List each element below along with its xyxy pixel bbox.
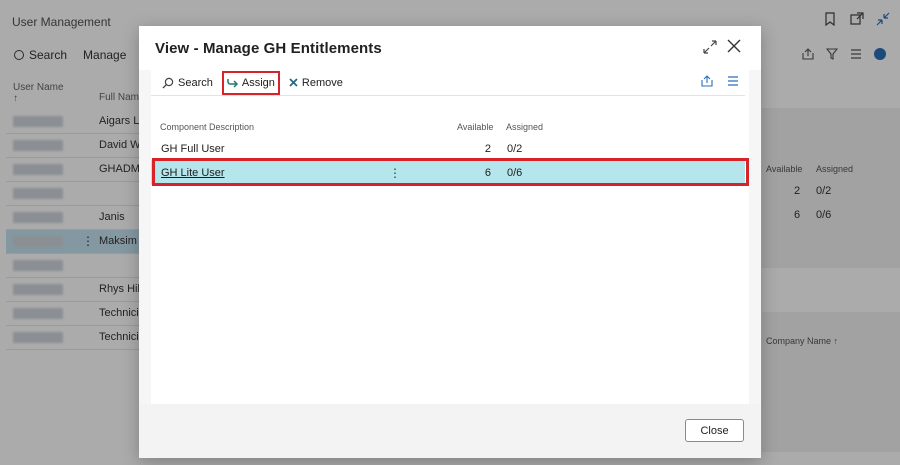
assign-arrow-icon [227,78,238,88]
available-value: 6 [484,167,491,179]
close-icon[interactable] [727,39,741,53]
column-header-component-description[interactable]: Component Description [160,122,254,132]
list-view-icon[interactable] [727,75,739,90]
table-row[interactable]: GH Full User 2 0/2 [151,137,745,161]
dialog-title: View - Manage GH Entitlements [155,40,382,57]
close-button[interactable]: Close [685,419,744,442]
column-header-assigned[interactable]: Assigned [506,122,543,132]
column-header-available[interactable]: Available [457,122,493,132]
dialog-content [151,70,749,404]
remove-x-icon [289,78,298,87]
share-icon[interactable] [701,75,713,90]
dialog-action-icons [701,75,739,90]
expand-icon[interactable] [703,40,717,54]
table-row-selected[interactable]: GH Lite User ⋮ 6 0/6 [151,161,745,185]
dialog-footer [139,404,761,458]
dialog-search-button[interactable]: Search [159,73,216,93]
remove-button[interactable]: Remove [286,73,346,93]
search-icon [162,77,174,88]
assigned-value: 0/6 [507,167,523,179]
dialog-action-bar: Search Assign Remove [151,70,745,96]
available-value: 2 [484,143,491,155]
row-menu-icon[interactable]: ⋮ [389,166,401,180]
assigned-value: 0/2 [507,143,523,155]
component-description: GH Full User [161,143,225,155]
manage-entitlements-dialog: View - Manage GH Entitlements Search Ass… [139,26,761,458]
component-description-link[interactable]: GH Lite User [161,167,225,179]
assign-button[interactable]: Assign [221,70,280,95]
